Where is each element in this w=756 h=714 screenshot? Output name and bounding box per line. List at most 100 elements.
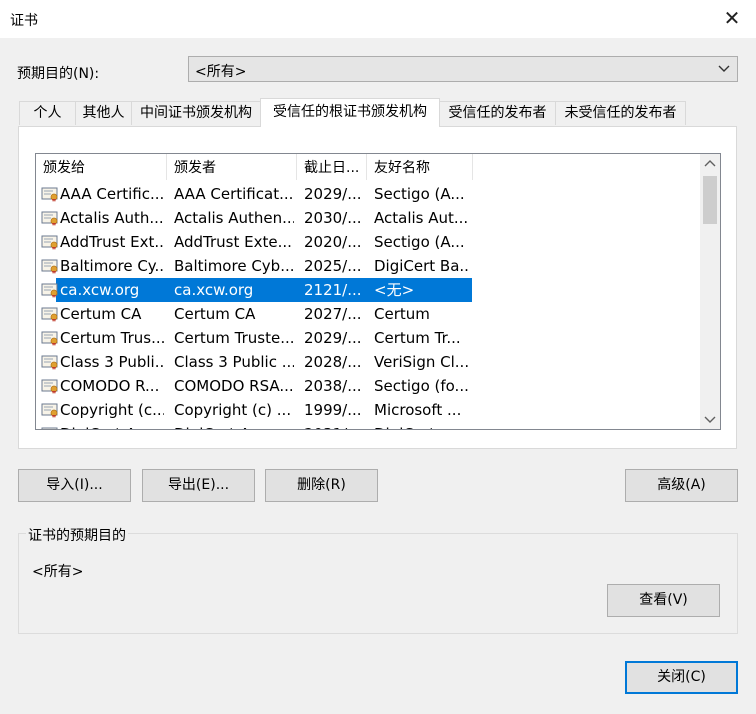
close-button[interactable]: 关闭(C): [625, 661, 738, 694]
cell-issued-to: AAA Certific...: [60, 185, 164, 203]
cell-expires: 2029/...: [304, 185, 362, 203]
tab-label: 未受信任的发布者: [564, 105, 677, 121]
scroll-down-icon[interactable]: [700, 409, 720, 429]
title-bar: 证书 ✕: [0, 0, 756, 38]
cell-issued-to: Actalis Auth...: [60, 209, 164, 227]
certificate-icon: [41, 379, 58, 394]
chevron-down-icon: [718, 65, 730, 72]
cell-issued-by: Certum CA: [174, 305, 256, 323]
cell-issued-by: Copyright (c) ...: [174, 401, 292, 419]
certificate-icon: [41, 235, 58, 250]
certificate-icon: [41, 259, 58, 274]
cell-friendly: Certum: [374, 305, 430, 323]
cell-friendly: Sectigo (fo...: [374, 377, 469, 395]
cell-issued-by: AddTrust Exte...: [174, 233, 292, 251]
purpose-group-value: <所有>: [32, 564, 84, 580]
column-header-issued-by[interactable]: 颁发者: [167, 154, 297, 180]
close-icon[interactable]: ✕: [722, 8, 742, 28]
tab-trusted-publishers[interactable]: 受信任的发布者: [439, 101, 556, 125]
certificate-icon: [41, 283, 58, 298]
certificate-icon: [41, 427, 58, 429]
column-header-issued-to[interactable]: 颁发给: [36, 154, 167, 180]
cell-friendly: DigiCert...: [374, 422, 470, 429]
cell-issued-to: Copyright (c...: [60, 401, 164, 419]
remove-button[interactable]: 删除(R): [265, 469, 378, 502]
list-header: 颁发给 颁发者 截止日... 友好名称: [36, 154, 700, 181]
cell-expires: 2020/...: [304, 233, 362, 251]
certificate-icon: [41, 355, 58, 370]
cell-friendly: Sectigo (A...: [374, 233, 465, 251]
cell-expires: 2038/...: [304, 377, 362, 395]
import-button[interactable]: 导入(I)...: [18, 469, 131, 502]
cell-issued-by: Actalis Authen...: [174, 209, 294, 227]
cell-expires: 2027/...: [304, 305, 362, 323]
cell-friendly: Certum Tr...: [374, 329, 461, 347]
export-button[interactable]: 导出(E)...: [142, 469, 255, 502]
purpose-label: 预期目的(N):: [17, 66, 100, 82]
view-button[interactable]: 查看(V): [607, 584, 720, 617]
table-row[interactable]: Class 3 Publi... Class 3 Public ... 2028/.…: [36, 350, 700, 374]
table-row[interactable]: DigiCert As... DigiCert Assu... 2031/... Di…: [36, 422, 700, 429]
certificate-icon: [41, 331, 58, 346]
cell-expires: 2029/...: [304, 329, 362, 347]
certificate-icon: [41, 187, 58, 202]
tab-untrusted-publishers[interactable]: 未受信任的发布者: [555, 101, 686, 125]
cell-friendly: <无>: [374, 281, 415, 299]
cell-issued-to: Certum CA: [60, 305, 142, 323]
window-title: 证书: [10, 13, 38, 29]
tab-label: 受信任的根证书颁发机构: [273, 104, 427, 120]
table-row[interactable]: Baltimore Cy... Baltimore Cyb... 2025/... D…: [36, 254, 700, 278]
table-row[interactable]: AAA Certific... AAA Certificat... 2029/...…: [36, 182, 700, 206]
vertical-scrollbar[interactable]: [700, 154, 720, 429]
cell-expires: 2121/...: [304, 281, 362, 299]
column-header-expiration[interactable]: 截止日...: [297, 154, 367, 180]
cell-friendly: Sectigo (A...: [374, 185, 465, 203]
tab-label: 个人: [33, 105, 62, 121]
cell-issued-to: COMODO R...: [60, 377, 160, 395]
column-header-friendly-name[interactable]: 友好名称: [367, 154, 473, 180]
cell-issued-to: Baltimore Cy...: [60, 257, 164, 275]
cell-expires: 2025/...: [304, 257, 362, 275]
cell-issued-by: COMODO RSA...: [174, 377, 294, 395]
table-row[interactable]: Copyright (c... Copyright (c) ... 1999/...…: [36, 398, 700, 422]
cell-issued-to: Certum Trus...: [60, 329, 164, 347]
certificate-list[interactable]: 颁发给 颁发者 截止日... 友好名称 AAA Certific... AAA C…: [35, 153, 721, 430]
purpose-group-title: 证书的预期目的: [26, 525, 128, 545]
cell-expires: 1999/...: [304, 401, 362, 419]
cell-issued-to: Class 3 Publi...: [60, 353, 164, 371]
certificate-icon: [41, 307, 58, 322]
table-row[interactable]: Certum CA Certum CA 2027/... Certum: [36, 302, 700, 326]
cell-friendly: VeriSign Cl...: [374, 353, 470, 371]
cell-issued-to: AddTrust Ext...: [60, 233, 164, 251]
cell-expires: 2030/...: [304, 209, 362, 227]
tab-intermediate-ca[interactable]: 中间证书颁发机构: [131, 101, 261, 125]
tab-label: 其他人: [82, 105, 125, 121]
cell-issued-by: Certum Truste...: [174, 329, 294, 347]
tab-label: 中间证书颁发机构: [140, 105, 252, 121]
table-row[interactable]: ca.xcw.org ca.xcw.org 2121/... <无>: [36, 278, 700, 302]
cell-issued-by: DigiCert Assu...: [174, 422, 294, 429]
table-row[interactable]: Actalis Auth... Actalis Authen... 2030/...…: [36, 206, 700, 230]
purpose-dropdown-value: <所有>: [195, 64, 247, 80]
scrollbar-thumb[interactable]: [703, 176, 717, 224]
cell-issued-by: AAA Certificat...: [174, 185, 294, 203]
tab-personal[interactable]: 个人: [19, 101, 76, 125]
cell-friendly: Actalis Aut...: [374, 209, 469, 227]
scroll-up-icon[interactable]: [700, 154, 720, 174]
table-row[interactable]: AddTrust Ext... AddTrust Exte... 2020/... S…: [36, 230, 700, 254]
certificate-icon: [41, 211, 58, 226]
cell-expires: 2028/...: [304, 353, 362, 371]
cell-issued-to: DigiCert As...: [60, 422, 164, 429]
cell-issued-by: ca.xcw.org: [174, 281, 254, 299]
table-row[interactable]: Certum Trus... Certum Truste... 2029/... Ce…: [36, 326, 700, 350]
tab-trusted-root-ca[interactable]: 受信任的根证书颁发机构: [260, 98, 440, 127]
cell-friendly: DigiCert Ba...: [374, 257, 470, 275]
table-row[interactable]: COMODO R... COMODO RSA... 2038/... Sectigo …: [36, 374, 700, 398]
purpose-dropdown[interactable]: <所有>: [188, 56, 738, 82]
tab-label: 受信任的发布者: [448, 105, 547, 121]
tab-other-people[interactable]: 其他人: [75, 101, 132, 125]
cell-issued-by: Baltimore Cyb...: [174, 257, 294, 275]
cell-friendly: Microsoft ...: [374, 401, 462, 419]
advanced-button[interactable]: 高级(A): [625, 469, 738, 502]
cell-issued-to: ca.xcw.org: [60, 281, 140, 299]
